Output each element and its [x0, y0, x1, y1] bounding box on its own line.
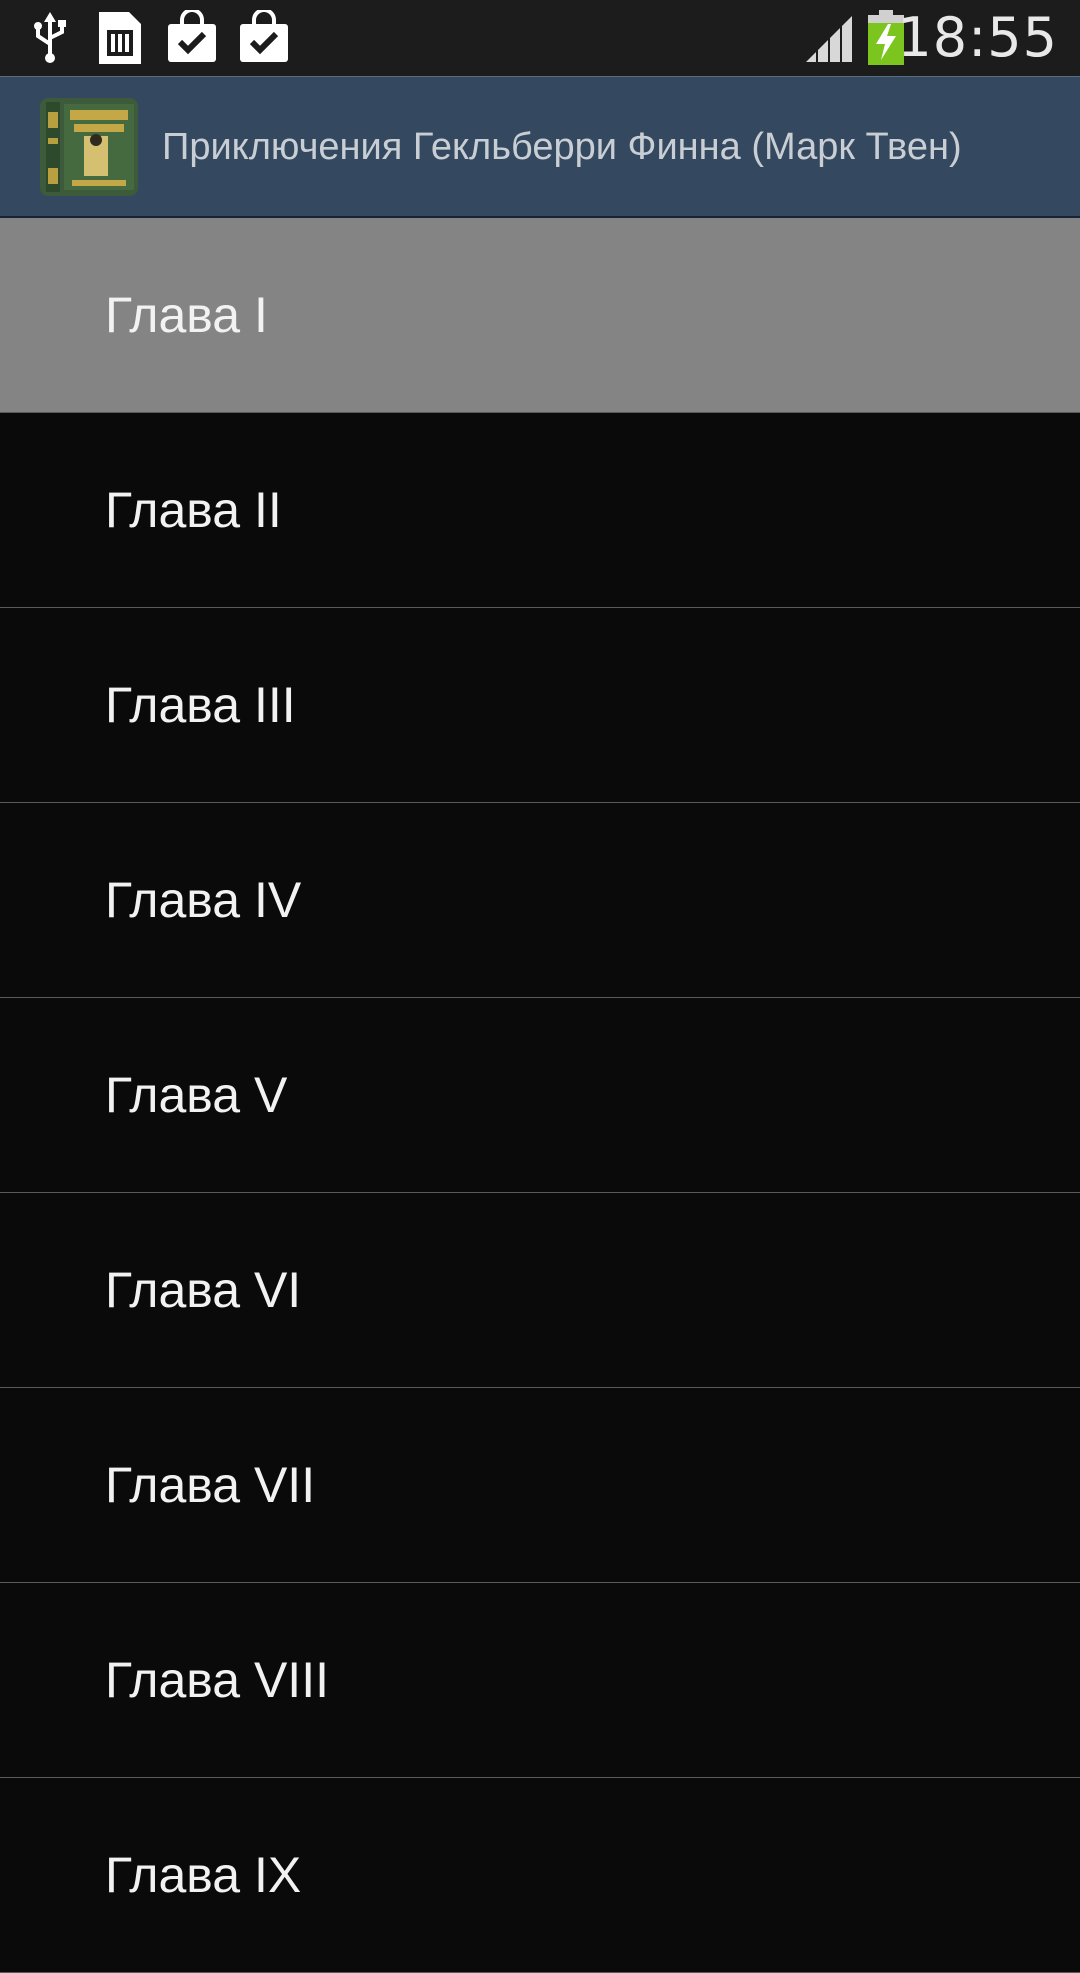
- action-bar: Приключения Гекльберри Финна (Марк Твен): [0, 76, 1080, 218]
- list-item[interactable]: Глава VII: [0, 1388, 1080, 1583]
- list-item[interactable]: Глава IX: [0, 1778, 1080, 1973]
- sim-card-icon: [95, 10, 145, 71]
- list-item[interactable]: Глава I: [0, 218, 1080, 413]
- status-time: 18:55: [897, 6, 1058, 69]
- usb-icon: [22, 10, 78, 71]
- list-item[interactable]: Глава VI: [0, 1193, 1080, 1388]
- chapter-label: Глава V: [105, 1067, 288, 1123]
- chapter-label: Глава VII: [105, 1457, 316, 1513]
- signal-icon: [804, 14, 856, 69]
- list-item[interactable]: Глава II: [0, 413, 1080, 608]
- list-item[interactable]: Глава III: [0, 608, 1080, 803]
- page-title: Приключения Гекльберри Финна (Марк Твен): [162, 126, 962, 168]
- chapter-label: Глава IV: [105, 872, 302, 928]
- chapter-list: Глава I Глава II Глава III Глава IV Глав…: [0, 218, 1080, 1973]
- chapter-label: Глава III: [105, 677, 296, 733]
- list-item[interactable]: Глава IV: [0, 803, 1080, 998]
- shopping-bag-check-icon: [238, 8, 290, 69]
- chapter-label: Глава I: [105, 287, 268, 343]
- list-item[interactable]: Глава VIII: [0, 1583, 1080, 1778]
- chapter-label: Глава VI: [105, 1262, 302, 1318]
- shopping-bag-check-icon: [166, 8, 218, 69]
- chapter-label: Глава IX: [105, 1847, 302, 1903]
- book-cover-icon[interactable]: [40, 98, 138, 196]
- status-bar: 18:55: [0, 0, 1080, 76]
- list-item[interactable]: Глава V: [0, 998, 1080, 1193]
- chapter-label: Глава II: [105, 482, 282, 538]
- chapter-label: Глава VIII: [105, 1652, 329, 1708]
